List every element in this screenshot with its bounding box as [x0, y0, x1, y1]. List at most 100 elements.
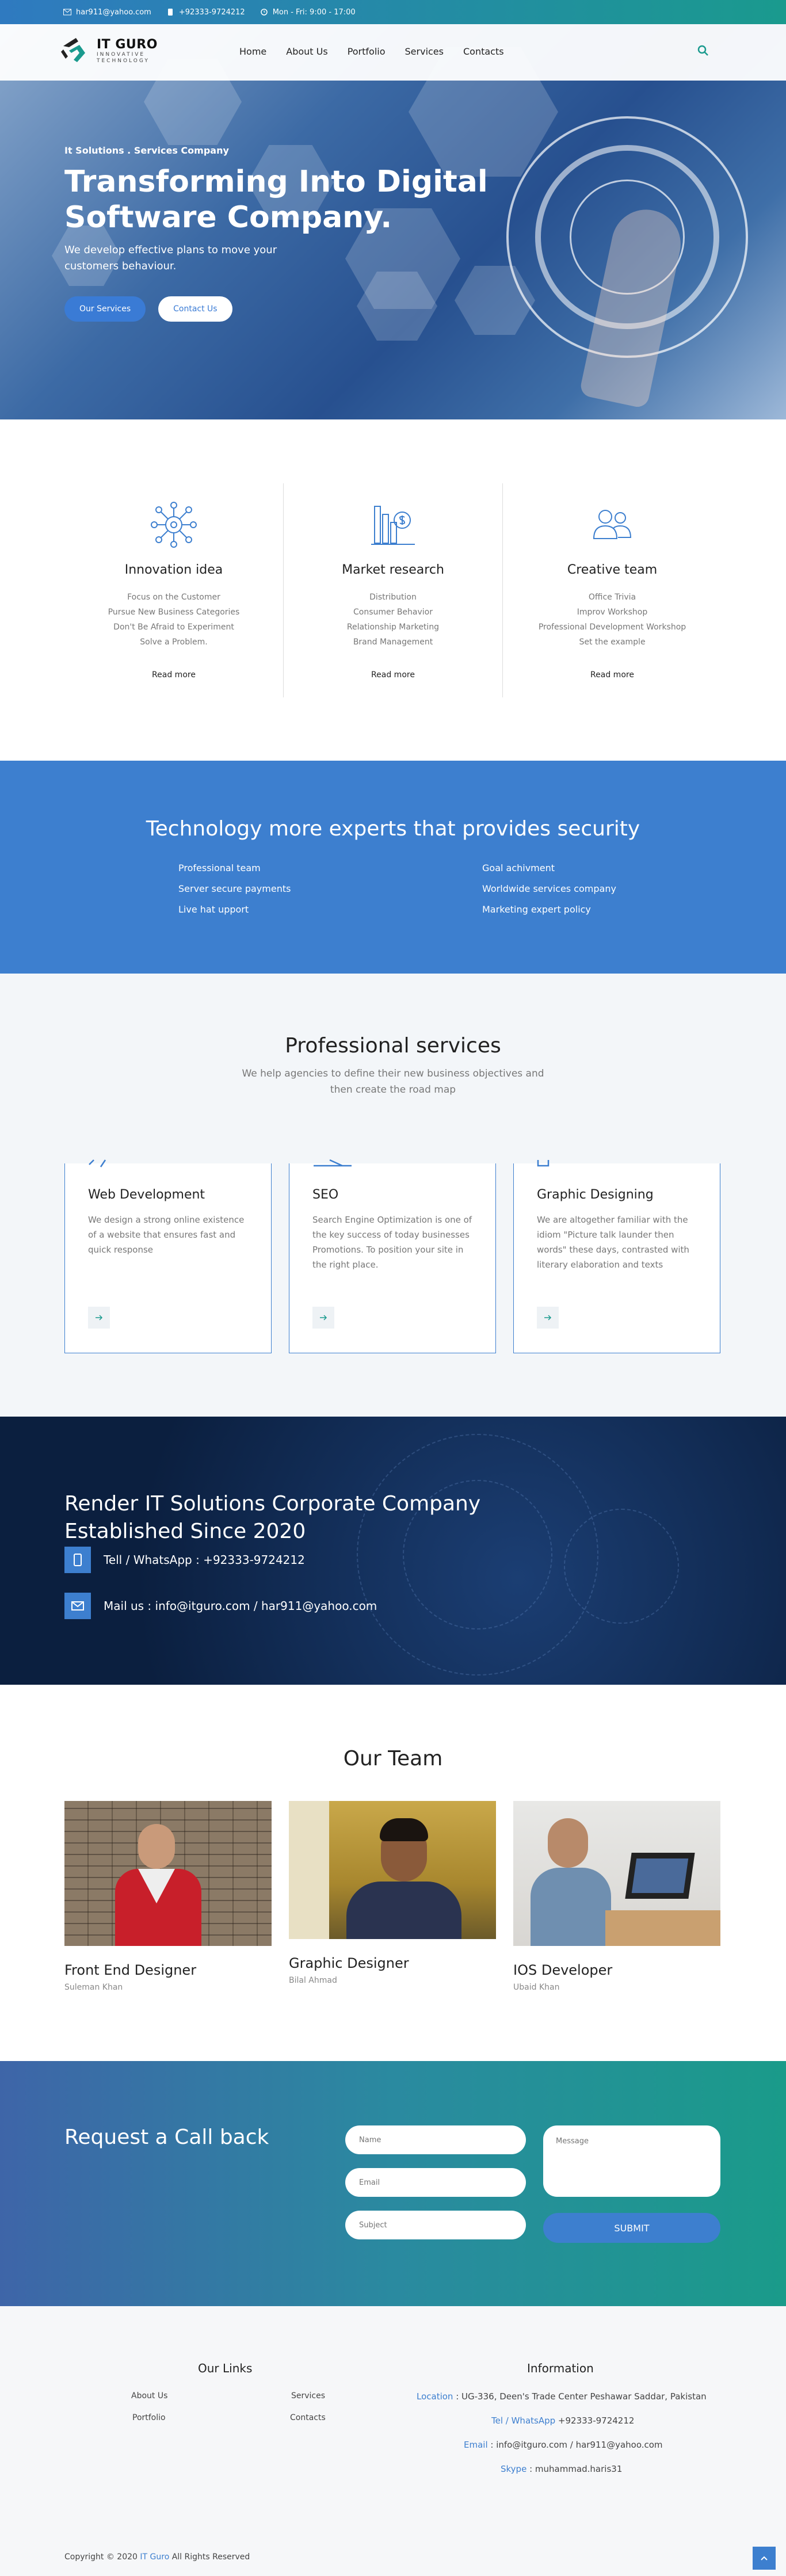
- feature-creative: Creative team Office Trivia Improv Works…: [503, 483, 722, 697]
- submit-button[interactable]: SUBMIT: [543, 2213, 720, 2243]
- topbar-phone[interactable]: +92333-9724212: [166, 8, 245, 17]
- site-header: IT GURO INNOVATIVE TECHNOLOGY Home About…: [0, 24, 786, 81]
- nav-about-us[interactable]: About Us: [286, 46, 327, 57]
- team-member: Front End Designer Suleman Khan: [64, 1801, 272, 1992]
- feature-list-item: Professional Development Workshop: [538, 623, 686, 632]
- service-card-description: Search Engine Optimization is one of the…: [312, 1215, 472, 1270]
- technology-list-right: Goal achivment Worldwide services compan…: [482, 858, 786, 920]
- member-photo: [289, 1801, 496, 1939]
- footer-tel[interactable]: Tel / WhatsApp +92333-9724212: [491, 2415, 634, 2426]
- footer-tel-text: +92333-9724212: [555, 2415, 635, 2426]
- footer-link-services[interactable]: Services: [291, 2391, 325, 2401]
- topbar-hours: Mon - Fri: 9:00 - 17:00: [260, 8, 356, 17]
- nav-home[interactable]: Home: [239, 46, 266, 57]
- copyright: Copyright © 2020 IT Guro All Rights Rese…: [64, 2552, 250, 2562]
- nav-contacts[interactable]: Contacts: [463, 46, 504, 57]
- message-field[interactable]: [543, 2125, 720, 2197]
- hero-buttons: Our Services Contact Us: [64, 296, 502, 322]
- feature-title: Market research: [342, 563, 444, 577]
- feature-list-item: Focus on the Customer: [127, 593, 220, 602]
- topbar-email[interactable]: har911@yahoo.com: [63, 8, 151, 17]
- arrow-right-icon[interactable]: [312, 1307, 334, 1329]
- topbar-hours-text: Mon - Fri: 9:00 - 17:00: [272, 7, 356, 17]
- feature-list: Office Trivia Improv Workshop Profession…: [503, 590, 722, 650]
- member-role: Front End Designer: [64, 1962, 197, 1978]
- company-info-title: Render IT Solutions Corporate Company Es…: [64, 1492, 481, 1543]
- code-icon: [89, 1159, 106, 1167]
- feature-list-item: Office Trivia: [588, 593, 636, 602]
- technology-item: Professional team: [178, 863, 261, 873]
- scroll-to-top-button[interactable]: [753, 2547, 776, 2570]
- feature-list-item: Pursue New Business Categories: [108, 608, 240, 617]
- technology-item: Server secure payments: [178, 883, 291, 894]
- service-card-web[interactable]: Web Development We design a strong onlin…: [64, 1159, 272, 1353]
- email-field[interactable]: [345, 2168, 526, 2197]
- nav-portfolio[interactable]: Portfolio: [348, 46, 386, 57]
- our-services-button[interactable]: Our Services: [64, 296, 146, 322]
- copyright-brand[interactable]: IT Guro: [140, 2552, 169, 2562]
- services-section: Professional services We help agencies t…: [0, 974, 786, 1417]
- envelope-icon: [63, 9, 71, 16]
- feature-list-item: Consumer Behavior: [353, 608, 433, 617]
- feature-title: Innovation idea: [124, 563, 223, 577]
- footer-link-contacts[interactable]: Contacts: [290, 2413, 326, 2422]
- footer-info-title: Information: [527, 2361, 594, 2375]
- search-icon[interactable]: [697, 45, 709, 56]
- footer-skype-label: Skype: [501, 2464, 527, 2474]
- read-more-link[interactable]: Read more: [284, 670, 502, 680]
- subject-field[interactable]: [345, 2211, 526, 2239]
- footer-email[interactable]: Email : info@itguro.com / har911@yahoo.c…: [464, 2440, 663, 2450]
- service-card-title: Graphic Designing: [537, 1188, 654, 1202]
- site-logo[interactable]: IT GURO INNOVATIVE TECHNOLOGY: [60, 35, 158, 67]
- team-member: IOS Developer Ubaid Khan: [513, 1801, 720, 1992]
- footer-tel-label: Tel / WhatsApp: [491, 2415, 556, 2426]
- contact-us-button[interactable]: Contact Us: [158, 296, 232, 322]
- feature-list-item: Set the example: [579, 638, 646, 647]
- site-footer: Our Links About Us Services Portfolio Co…: [0, 2306, 786, 2576]
- arrow-right-icon[interactable]: [88, 1307, 110, 1329]
- team-member: Graphic Designer Bilal Ahmad: [289, 1801, 496, 1992]
- footer-location-label: Location: [417, 2391, 453, 2402]
- feature-list-item: Brand Management: [353, 638, 433, 647]
- logo-brand: IT GURO: [97, 37, 158, 52]
- feature-list: Distribution Consumer Behavior Relations…: [284, 590, 502, 650]
- company-phone[interactable]: Tell / WhatsApp : +92333-9724212: [64, 1547, 305, 1573]
- services-title: Professional services: [285, 1034, 501, 1058]
- technology-item: Worldwide services company: [482, 883, 616, 894]
- company-mail-text: Mail us : info@itguro.com / har911@yahoo…: [104, 1599, 377, 1613]
- service-card-seo[interactable]: SEO Search Engine Optimization is one of…: [289, 1159, 496, 1353]
- callback-section: Request a Call back SUBMIT: [0, 2061, 786, 2306]
- arrow-right-icon[interactable]: [537, 1307, 559, 1329]
- copyright-post: All Rights Reserved: [171, 2552, 250, 2562]
- main-nav: Home About Us Portfolio Services Contact…: [239, 46, 504, 57]
- callback-title: Request a Call back: [64, 2125, 269, 2149]
- footer-link-about[interactable]: About Us: [131, 2391, 167, 2401]
- feature-list-item: Relationship Marketing: [346, 623, 440, 632]
- footer-skype-text: : muhammad.haris31: [526, 2464, 623, 2474]
- nav-services[interactable]: Services: [405, 46, 444, 57]
- read-more-link[interactable]: Read more: [64, 670, 283, 680]
- service-card-graphic[interactable]: Graphic Designing We are altogether fami…: [513, 1160, 720, 1353]
- feature-list-item: Solve a Problem.: [140, 638, 208, 647]
- team-members: Front End Designer Suleman Khan Graphic …: [64, 1801, 720, 1992]
- team-icon: [593, 510, 632, 539]
- company-info-section: Render IT Solutions Corporate Company Es…: [0, 1417, 786, 1685]
- technology-item: Goal achivment: [482, 863, 555, 873]
- technology-item: Live hat upport: [178, 904, 249, 915]
- read-more-link[interactable]: Read more: [503, 670, 722, 680]
- services-description: We help agencies to define their new bus…: [242, 1068, 544, 1096]
- member-role: IOS Developer: [513, 1962, 613, 1978]
- copyright-pre: Copyright © 2020: [64, 2552, 138, 2562]
- company-mail[interactable]: Mail us : info@itguro.com / har911@yahoo…: [64, 1593, 377, 1619]
- member-name: Ubaid Khan: [513, 1983, 560, 1992]
- footer-link-portfolio[interactable]: Portfolio: [132, 2413, 166, 2422]
- name-field[interactable]: [345, 2125, 526, 2154]
- logo-text: IT GURO INNOVATIVE TECHNOLOGY: [97, 37, 158, 64]
- member-photo: [513, 1801, 720, 1946]
- logo-sub: INNOVATIVE: [97, 51, 146, 58]
- team-section: Our Team Front End Designer Suleman Khan…: [0, 1685, 786, 2061]
- footer-skype[interactable]: Skype : muhammad.haris31: [501, 2464, 622, 2474]
- clock-icon: [260, 9, 268, 16]
- seo-icon: [314, 1159, 352, 1167]
- footer-location-text: : UG-336, Deen's Trade Center Peshawar S…: [453, 2391, 707, 2402]
